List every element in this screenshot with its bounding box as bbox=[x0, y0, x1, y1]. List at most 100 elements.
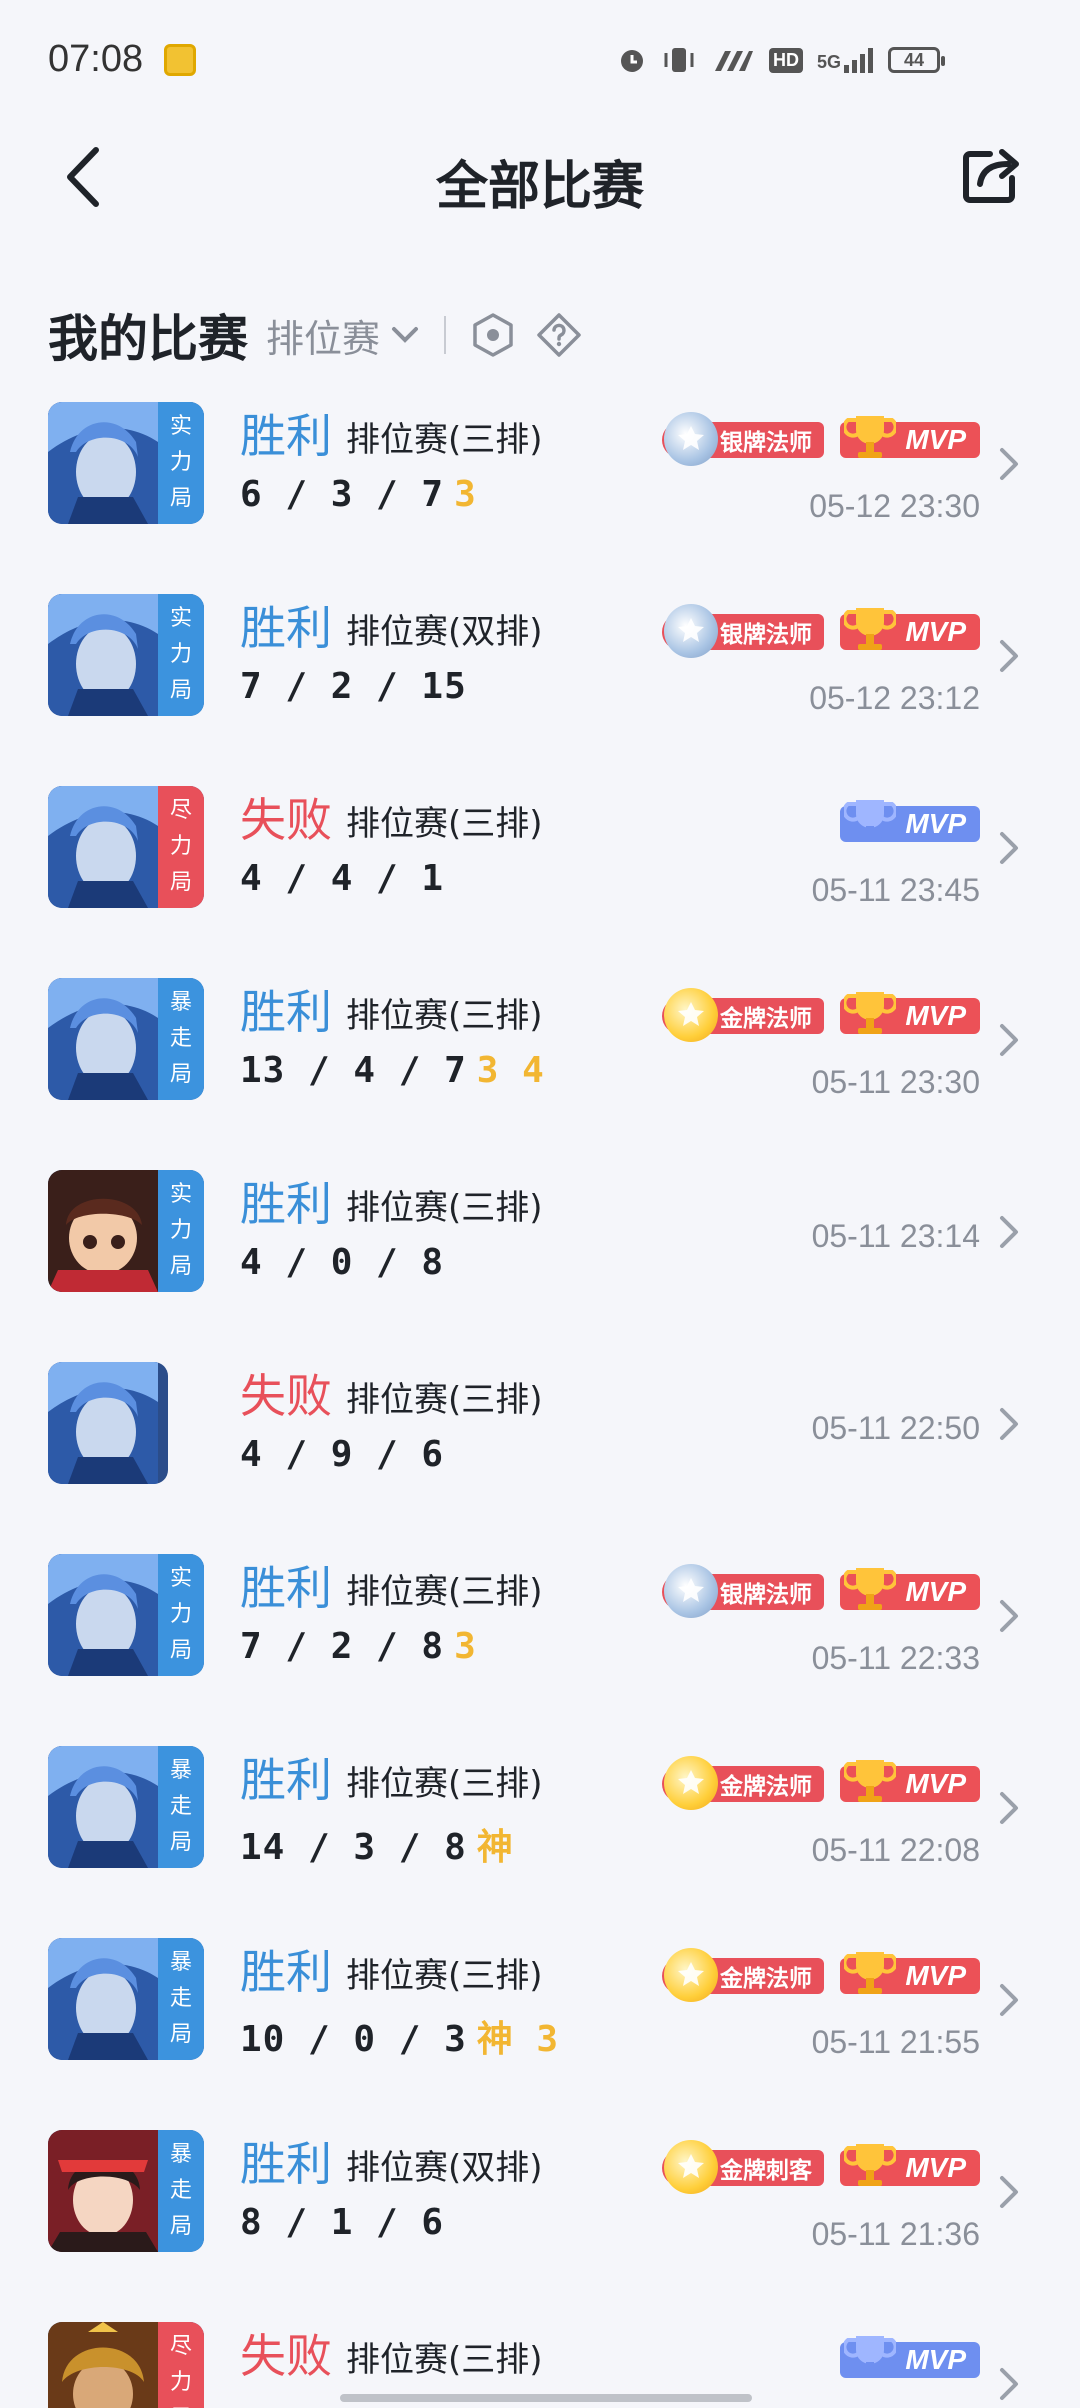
kda-stats: 14 / 3 / 8神 bbox=[240, 1818, 514, 1870]
match-rating-tag: 暴走局 bbox=[158, 2130, 204, 2252]
medal-icon bbox=[664, 412, 718, 466]
match-result: 胜利 bbox=[240, 1561, 332, 1615]
match-row[interactable]: 暴走局胜利 排位赛(三排) 13 / 4 / 73 4 金牌法师 MVP 05-11 23… bbox=[0, 968, 1080, 1160]
match-mode: 排位赛(三排) bbox=[346, 804, 543, 844]
section-header: 我的比赛 排位赛 bbox=[48, 290, 602, 380]
hero-avatar: 暴走局 bbox=[48, 2130, 204, 2252]
match-type-filter[interactable]: 排位赛 bbox=[266, 308, 420, 363]
match-time: 05-11 23:30 bbox=[811, 1064, 980, 1100]
title-badge-label: 银牌法师 bbox=[720, 622, 812, 648]
match-row[interactable]: 实力局胜利 排位赛(三排) 4 / 0 / 8 05-11 23:14 bbox=[0, 1160, 1080, 1352]
match-row[interactable]: 暴走局胜利 排位赛(三排) 10 / 0 / 3神 3 金牌法师 MVP 05-11 21… bbox=[0, 1928, 1080, 2120]
divider bbox=[444, 316, 447, 354]
trophy-icon bbox=[844, 800, 896, 842]
match-row[interactable]: 尽力局失败 排位赛(三排) 4 / 4 / 1 MVP 05-11 23:45 bbox=[0, 776, 1080, 968]
match-badges: 金牌法师 MVP bbox=[662, 988, 980, 1042]
match-mode: 排位赛(三排) bbox=[346, 1188, 543, 1228]
network-type-label: 5G bbox=[816, 52, 841, 72]
kda-stats: 4 / 0 / 8 bbox=[240, 1242, 444, 1283]
title-badge: 银牌法师 bbox=[662, 412, 824, 466]
title-badge: 金牌法师 bbox=[662, 1756, 824, 1810]
chevron-right-icon bbox=[1000, 1600, 1018, 1632]
match-badges: 银牌法师 MVP bbox=[662, 412, 980, 466]
multikill-badge: 3 4 bbox=[476, 1050, 545, 1091]
mvp-badge: MVP bbox=[840, 416, 980, 458]
match-badges: 金牌法师 MVP bbox=[662, 1948, 980, 2002]
match-result: 失败 bbox=[240, 793, 332, 847]
title-badge-label: 金牌刺客 bbox=[720, 2158, 812, 2184]
match-badges: MVP bbox=[840, 2336, 980, 2378]
medal-icon bbox=[664, 604, 718, 658]
chevron-right-icon bbox=[1000, 1408, 1018, 1440]
chevron-right-icon bbox=[1000, 1216, 1018, 1248]
hero-avatar: 尽力局 bbox=[48, 2322, 204, 2408]
mvp-label: MVP bbox=[905, 1576, 966, 1607]
match-result: 胜利 bbox=[240, 1945, 332, 1999]
match-result: 失败 bbox=[240, 2329, 332, 2383]
chevron-right-icon bbox=[1000, 640, 1018, 672]
hero-avatar: 实力局 bbox=[48, 1170, 204, 1292]
chevron-right-icon bbox=[1000, 2176, 1018, 2208]
match-list: 实力局胜利 排位赛(三排) 6 / 3 / 7 3 银牌法师 MVP 05-12 23:30… bbox=[0, 392, 1080, 2408]
match-mode: 排位赛(三排) bbox=[346, 996, 543, 1036]
kda-value: 4 / 4 / 1 bbox=[240, 858, 445, 899]
match-result: 胜利 bbox=[240, 1753, 332, 1807]
match-rating-tag: 实力局 bbox=[158, 1554, 204, 1676]
kda-stats: 4 / 4 / 1 bbox=[240, 858, 444, 899]
kda-stats: 4 / 9 / 6 bbox=[240, 1434, 444, 1475]
match-row[interactable]: 实力局胜利 排位赛(三排) 7 / 2 / 8 3 银牌法师 MVP 05-11 22:33 bbox=[0, 1544, 1080, 1736]
kda-value: 10 / 0 / 3 bbox=[240, 2019, 467, 2060]
trophy-icon bbox=[844, 992, 896, 1034]
hero-avatar: 实力局 bbox=[48, 1554, 204, 1676]
status-bar: 07:08 HD 5G 44 bbox=[0, 0, 1080, 120]
title-badge: 银牌法师 bbox=[662, 604, 824, 658]
kda-value: 6 / 3 / 7 bbox=[240, 474, 445, 515]
status-icons: HD 5G 44 bbox=[617, 42, 945, 78]
mvp-badge: MVP bbox=[840, 992, 980, 1034]
trophy-icon bbox=[844, 1568, 896, 1610]
match-result: 失败 bbox=[240, 1369, 332, 1423]
chevron-right-icon bbox=[1000, 1984, 1018, 2016]
trophy-icon bbox=[844, 1760, 896, 1802]
settings-hexagon-icon[interactable] bbox=[470, 312, 516, 358]
match-rating-tag: 实力局 bbox=[158, 1170, 204, 1292]
title-badge: 银牌法师 bbox=[662, 1564, 824, 1618]
match-row[interactable]: 实力局胜利 排位赛(双排) 7 / 2 / 15 银牌法师 MVP 05-12 23:12 bbox=[0, 584, 1080, 776]
match-row[interactable]: 暴走局胜利 排位赛(三排) 14 / 3 / 8 神 金牌法师 MVP 05-11 22:0… bbox=[0, 1736, 1080, 1928]
hero-avatar: 尽力局 bbox=[48, 786, 204, 908]
match-badges: 银牌法师 MVP bbox=[662, 604, 980, 658]
help-icon[interactable] bbox=[536, 312, 582, 358]
match-rating-tag: 暴走局 bbox=[158, 1938, 204, 2060]
mvp-label: MVP bbox=[905, 1960, 966, 1991]
trophy-icon bbox=[844, 1952, 896, 1994]
match-time: 05-11 23:45 bbox=[811, 872, 980, 908]
home-indicator[interactable] bbox=[340, 2394, 752, 2402]
match-row[interactable]: 实力局胜利 排位赛(三排) 6 / 3 / 7 3 银牌法师 MVP 05-12 23:30 bbox=[0, 392, 1080, 584]
hero-avatar: 暴走局 bbox=[48, 1938, 204, 2060]
kda-value: 4 / 9 / 6 bbox=[240, 1434, 445, 1475]
multikill-badge: 神 3 bbox=[476, 2019, 560, 2060]
match-badges: 金牌法师 MVP bbox=[662, 1756, 980, 1810]
match-row[interactable]: 暴走局胜利 排位赛(双排) 8 / 1 / 6 金牌刺客 MVP 05-11 21:36 bbox=[0, 2120, 1080, 2312]
kda-stats: 7 / 2 / 83 bbox=[240, 1626, 477, 1667]
medal-icon bbox=[664, 2140, 718, 2194]
chevron-right-icon bbox=[1000, 2368, 1018, 2400]
mvp-label: MVP bbox=[905, 2344, 966, 2375]
title-badge-label: 金牌法师 bbox=[720, 1966, 812, 1992]
match-mode: 排位赛(三排) bbox=[346, 1764, 543, 1804]
page-title: 全部比赛 bbox=[435, 157, 644, 217]
match-mode: 排位赛(三排) bbox=[346, 1380, 543, 1420]
kda-stats: 7 / 2 / 15 bbox=[240, 666, 467, 707]
share-button[interactable] bbox=[960, 144, 1024, 208]
title-badge-label: 银牌法师 bbox=[720, 1582, 812, 1608]
match-mode: 排位赛(三排) bbox=[346, 1956, 543, 1996]
match-row[interactable]: 失败 排位赛(三排) 4 / 9 / 6 05-11 22:50 bbox=[0, 1352, 1080, 1544]
trophy-icon bbox=[844, 2336, 896, 2378]
match-rating-tag: 实力局 bbox=[158, 594, 204, 716]
match-mode: 排位赛(双排) bbox=[346, 612, 543, 652]
mvp-badge: MVP bbox=[840, 1568, 980, 1610]
mvp-label: MVP bbox=[905, 616, 966, 647]
match-rating-tag: 暴走局 bbox=[158, 978, 204, 1100]
section-title: 我的比赛 bbox=[48, 310, 248, 368]
hero-avatar: 实力局 bbox=[48, 402, 204, 524]
